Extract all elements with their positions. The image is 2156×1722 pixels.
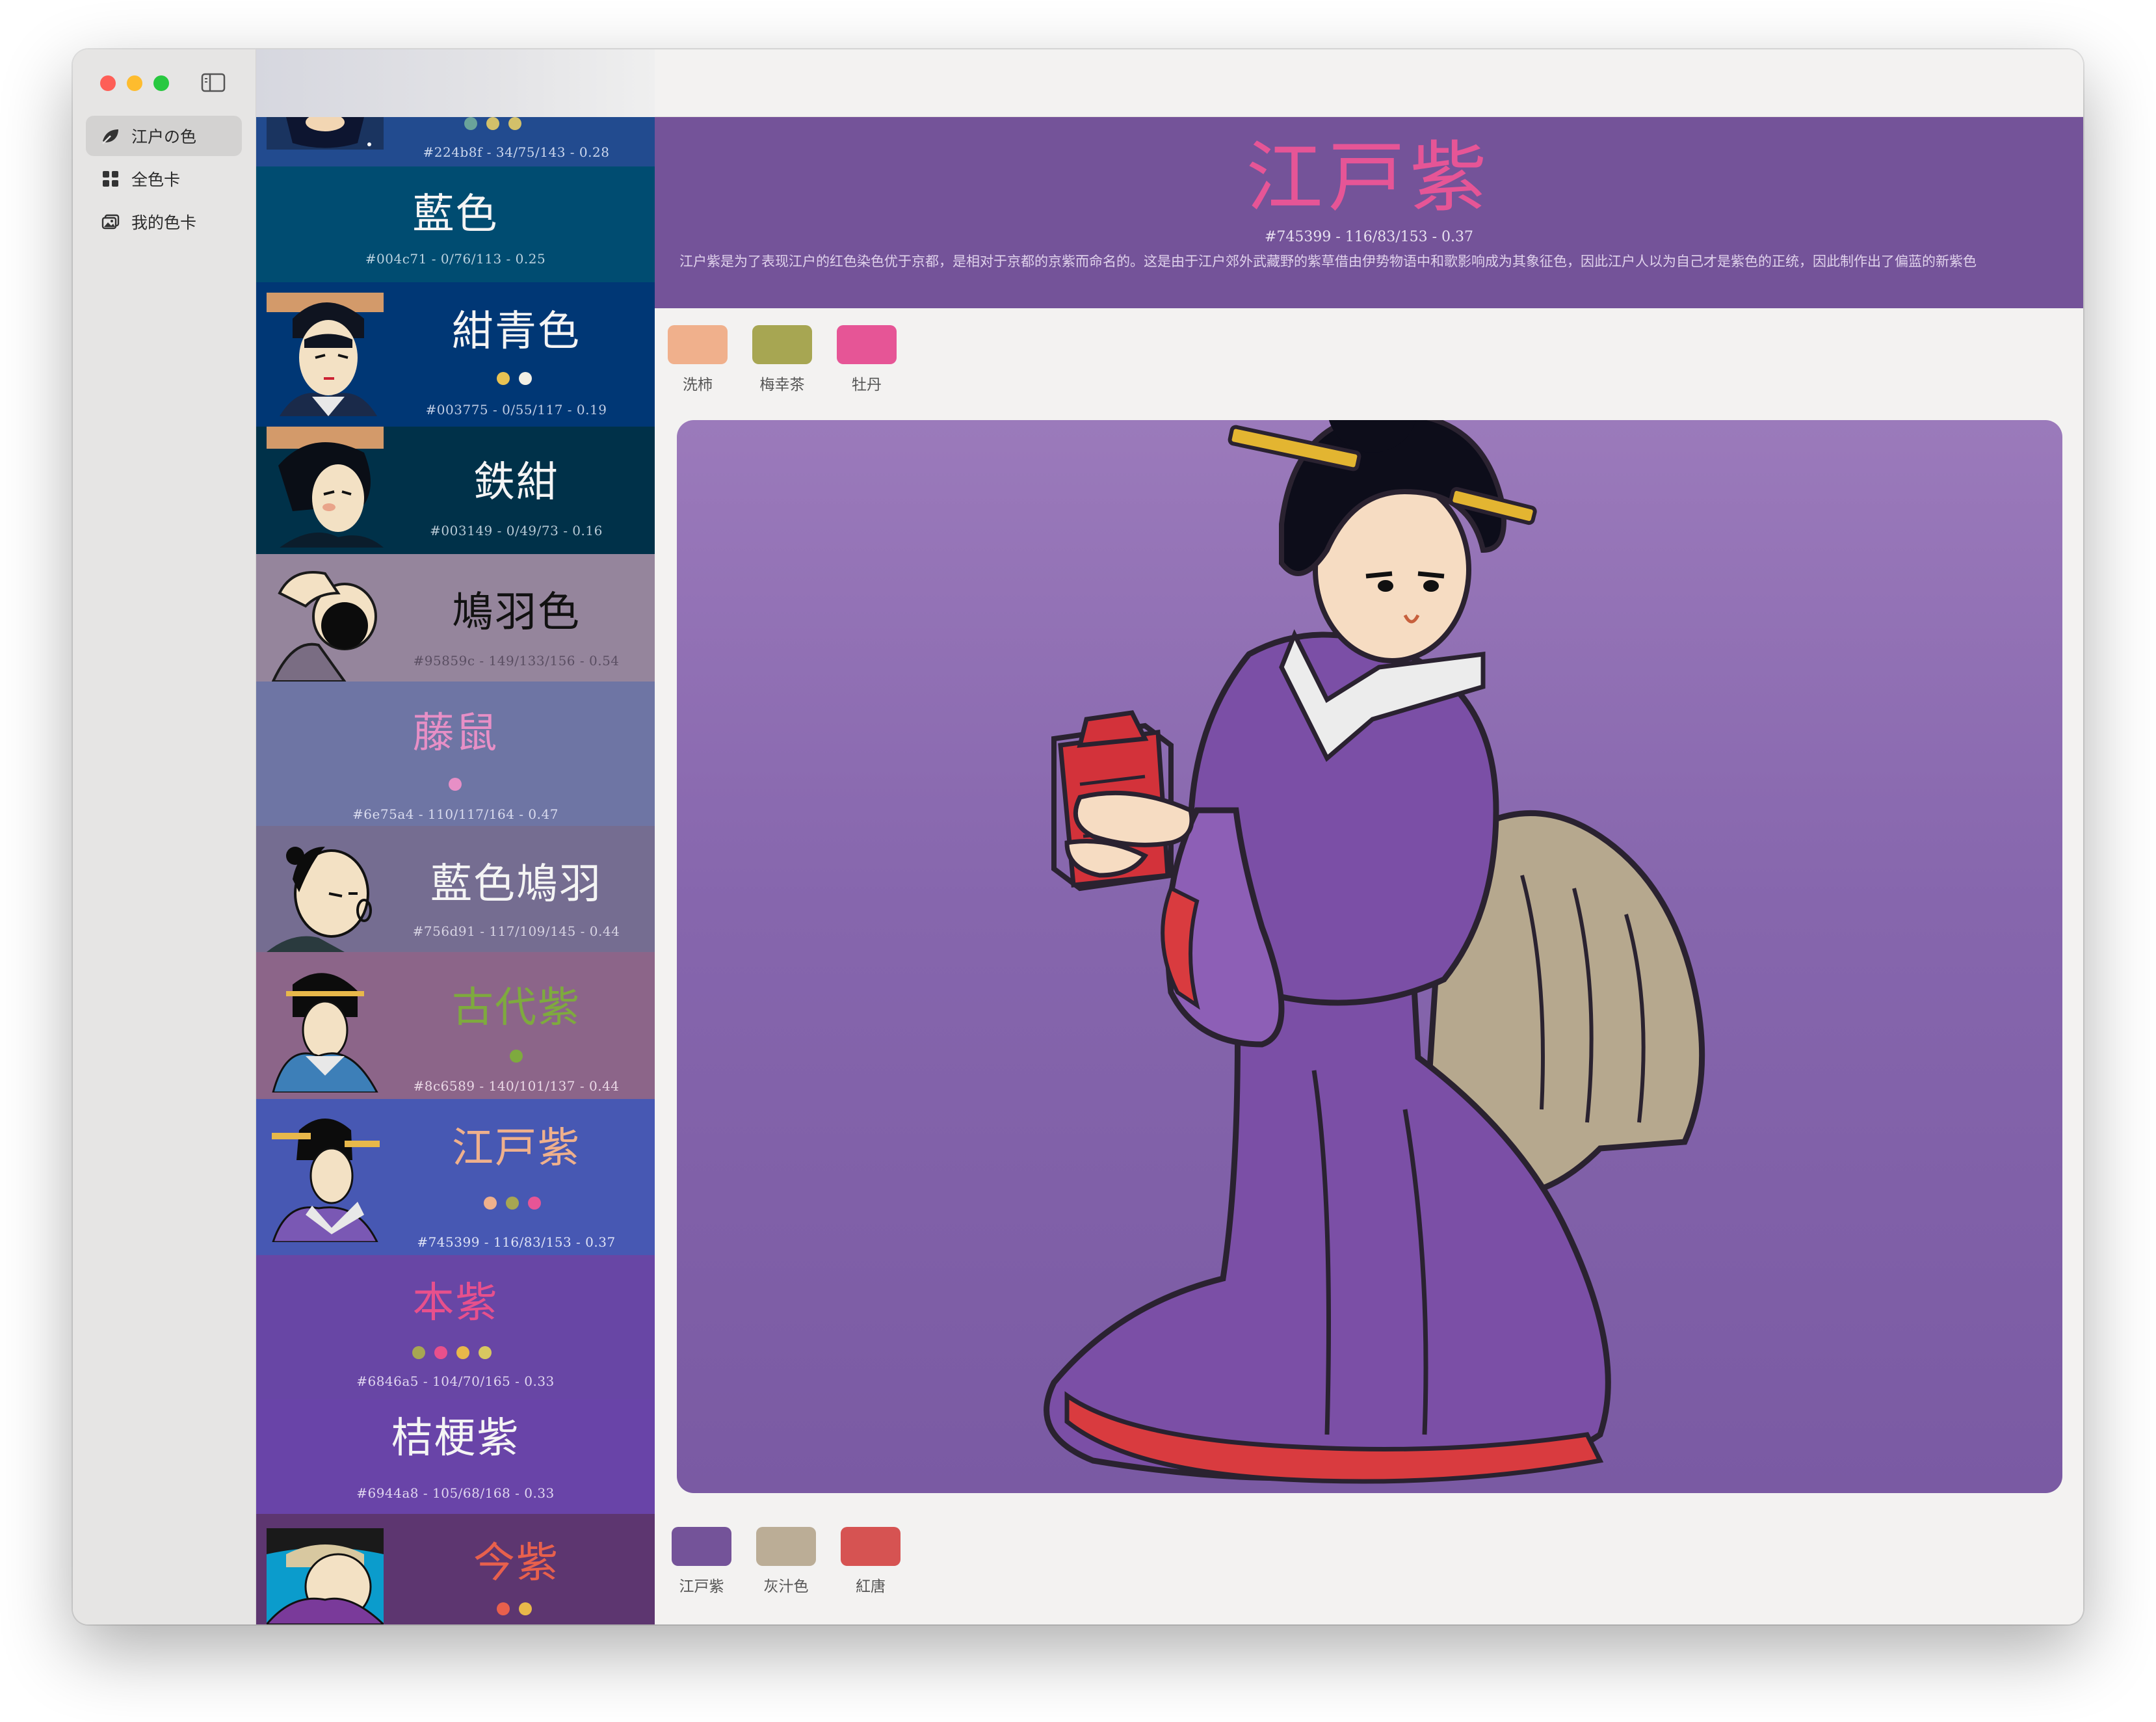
swatch-label: 洗柿	[683, 377, 713, 393]
palette-swatches-bottom: 江戸紫 灰汁色 紅唐	[672, 1527, 901, 1596]
swatch-chip	[837, 325, 897, 364]
color-card[interactable]: #224b8f - 34/75/143 - 0.28	[256, 117, 655, 166]
color-name: 藍色鳩羽	[430, 860, 602, 908]
color-card[interactable]: 鳩羽色 #95859c - 149/133/156 - 0.54	[256, 554, 655, 682]
color-name: 藍色	[412, 191, 499, 239]
sidebar-item-edo-colors[interactable]: 江户の色	[86, 116, 242, 156]
color-name: 鉄紺	[473, 458, 559, 507]
swatch[interactable]: 灰汁色	[756, 1527, 816, 1596]
swatch[interactable]: 洗柿	[668, 325, 728, 394]
swatch-label: 牡丹	[852, 377, 882, 393]
close-window-button[interactable]	[100, 75, 116, 91]
list-toolbar-area	[256, 49, 655, 117]
color-card[interactable]: 藍色 #004c71 - 0/76/113 - 0.25	[256, 166, 655, 282]
zoom-window-button[interactable]	[153, 75, 169, 91]
palette-dots	[464, 117, 521, 130]
ukiyoe-thumbnail	[267, 834, 384, 952]
sidebar-item-label: 江户の色	[131, 127, 197, 146]
palette-dots	[449, 778, 462, 791]
swatch-chip	[841, 1527, 901, 1566]
color-meta: #004c71 - 0/76/113 - 0.25	[365, 251, 546, 267]
color-meta: #003149 - 0/49/73 - 0.16	[430, 523, 603, 538]
swatch-label: 梅幸茶	[759, 377, 805, 393]
swatch[interactable]: 梅幸茶	[752, 325, 812, 394]
page-title: 江戸紫	[1246, 133, 1492, 222]
color-card[interactable]: 藍色鳩羽 #756d91 - 117/109/145 - 0.44	[256, 826, 655, 952]
leaf-icon	[102, 129, 118, 144]
grid-icon	[103, 171, 118, 187]
detail-toolbar	[655, 49, 2083, 117]
palette-swatches-top: 洗柿 梅幸茶 牡丹	[668, 325, 897, 394]
swatch-label: 紅唐	[856, 1578, 886, 1595]
color-card[interactable]: 紺青色 #003775 - 0/55/117 - 0.19	[256, 282, 655, 427]
swatch-label: 江戸紫	[679, 1578, 724, 1595]
color-name: 本紫	[412, 1279, 499, 1327]
color-meta: #756d91 - 117/109/145 - 0.44	[412, 923, 620, 939]
color-name: 鳩羽色	[452, 589, 581, 637]
ukiyoe-illustration	[677, 420, 2062, 1493]
color-card[interactable]: 藤鼠 #6e75a4 - 110/117/164 - 0.47	[256, 682, 655, 826]
color-list: #224b8f - 34/75/143 - 0.28 藍色 #004c71 - …	[256, 49, 655, 1624]
ukiyoe-thumbnail	[267, 965, 384, 1093]
sidebar-nav: 江户の色 全色卡 我的色卡	[86, 116, 242, 245]
swatch-chip	[752, 325, 812, 364]
ukiyoe-thumbnail	[267, 293, 384, 416]
color-meta: #224b8f - 34/75/143 - 0.28	[423, 144, 610, 160]
color-card[interactable]: 本紫 #6846a5 - 104/70/165 - 0.33	[256, 1255, 655, 1399]
palette-dots	[510, 1050, 523, 1063]
color-name: 今紫	[473, 1539, 559, 1587]
color-card-selected[interactable]: 江戸紫 #745399 - 116/83/153 - 0.37	[256, 1099, 655, 1255]
ukiyoe-thumbnail	[267, 117, 384, 150]
ukiyoe-thumbnail	[267, 567, 384, 682]
color-name: 桔梗紫	[391, 1414, 520, 1463]
swatch[interactable]: 江戸紫	[672, 1527, 731, 1596]
swatch-label: 灰汁色	[763, 1578, 809, 1595]
sidebar-item-all-cards[interactable]: 全色卡	[86, 159, 242, 199]
palette-dots	[497, 1602, 532, 1615]
color-meta: #745399 - 116/83/153 - 0.37	[417, 1234, 616, 1250]
color-hero-banner: 江戸紫 #745399 - 116/83/153 - 0.37 江户紫是为了表现…	[655, 117, 2083, 308]
color-meta: #6944a8 - 105/68/168 - 0.33	[356, 1485, 555, 1501]
swatch[interactable]: 紅唐	[841, 1527, 901, 1596]
swatch-chip	[668, 325, 728, 364]
color-meta: #745399 - 116/83/153 - 0.37	[1264, 229, 1474, 245]
palette-dots	[412, 1346, 492, 1359]
sidebar-item-my-cards[interactable]: 我的色卡	[86, 202, 242, 242]
color-card[interactable]: 桔梗紫 #6944a8 - 105/68/168 - 0.33	[256, 1399, 655, 1514]
color-description: 江户紫是为了表现江户的红色染色优于京都，是相对于京都的京紫而命名的。这是由于江户…	[679, 254, 1977, 269]
minimize-window-button[interactable]	[127, 75, 142, 91]
ukiyoe-thumbnail	[267, 1111, 384, 1242]
sidebar-item-label: 全色卡	[131, 170, 181, 189]
palette-dots	[484, 1197, 541, 1210]
color-meta: #003775 - 0/55/117 - 0.19	[425, 402, 607, 417]
swatch[interactable]: 牡丹	[837, 325, 897, 394]
color-card[interactable]: 鉄紺 #003149 - 0/49/73 - 0.16	[256, 427, 655, 554]
window-controls	[100, 75, 169, 91]
palette-dots	[497, 372, 532, 385]
color-card[interactable]: 今紫	[256, 1514, 655, 1624]
color-name: 藤鼠	[412, 709, 499, 758]
color-name: 古代紫	[452, 984, 581, 1032]
app-window: 江户の色 全色卡 我的色卡 #224b8f - 34/75/143 - 0.28	[73, 49, 2083, 1624]
sidebar: 江户の色 全色卡 我的色卡	[73, 49, 256, 1624]
ukiyoe-thumbnail	[267, 1528, 384, 1624]
color-meta: #6846a5 - 104/70/165 - 0.33	[356, 1373, 555, 1389]
photo-stack-icon	[101, 214, 120, 230]
ukiyoe-thumbnail	[267, 427, 384, 548]
detail-pane: 江戸紫 #745399 - 116/83/153 - 0.37 江户紫是为了表现…	[655, 49, 2083, 1624]
color-name: 紺青色	[452, 308, 581, 356]
sidebar-item-label: 我的色卡	[131, 213, 197, 232]
color-meta: #8c6589 - 140/101/137 - 0.44	[413, 1078, 620, 1094]
color-meta: #95859c - 149/133/156 - 0.54	[413, 653, 620, 669]
color-meta: #6e75a4 - 110/117/164 - 0.47	[352, 806, 559, 822]
swatch-chip	[756, 1527, 816, 1566]
sidebar-toggle-icon[interactable]	[200, 72, 226, 94]
color-card[interactable]: 古代紫 #8c6589 - 140/101/137 - 0.44	[256, 952, 655, 1099]
color-name: 江戸紫	[452, 1124, 581, 1172]
swatch-chip	[672, 1527, 731, 1566]
